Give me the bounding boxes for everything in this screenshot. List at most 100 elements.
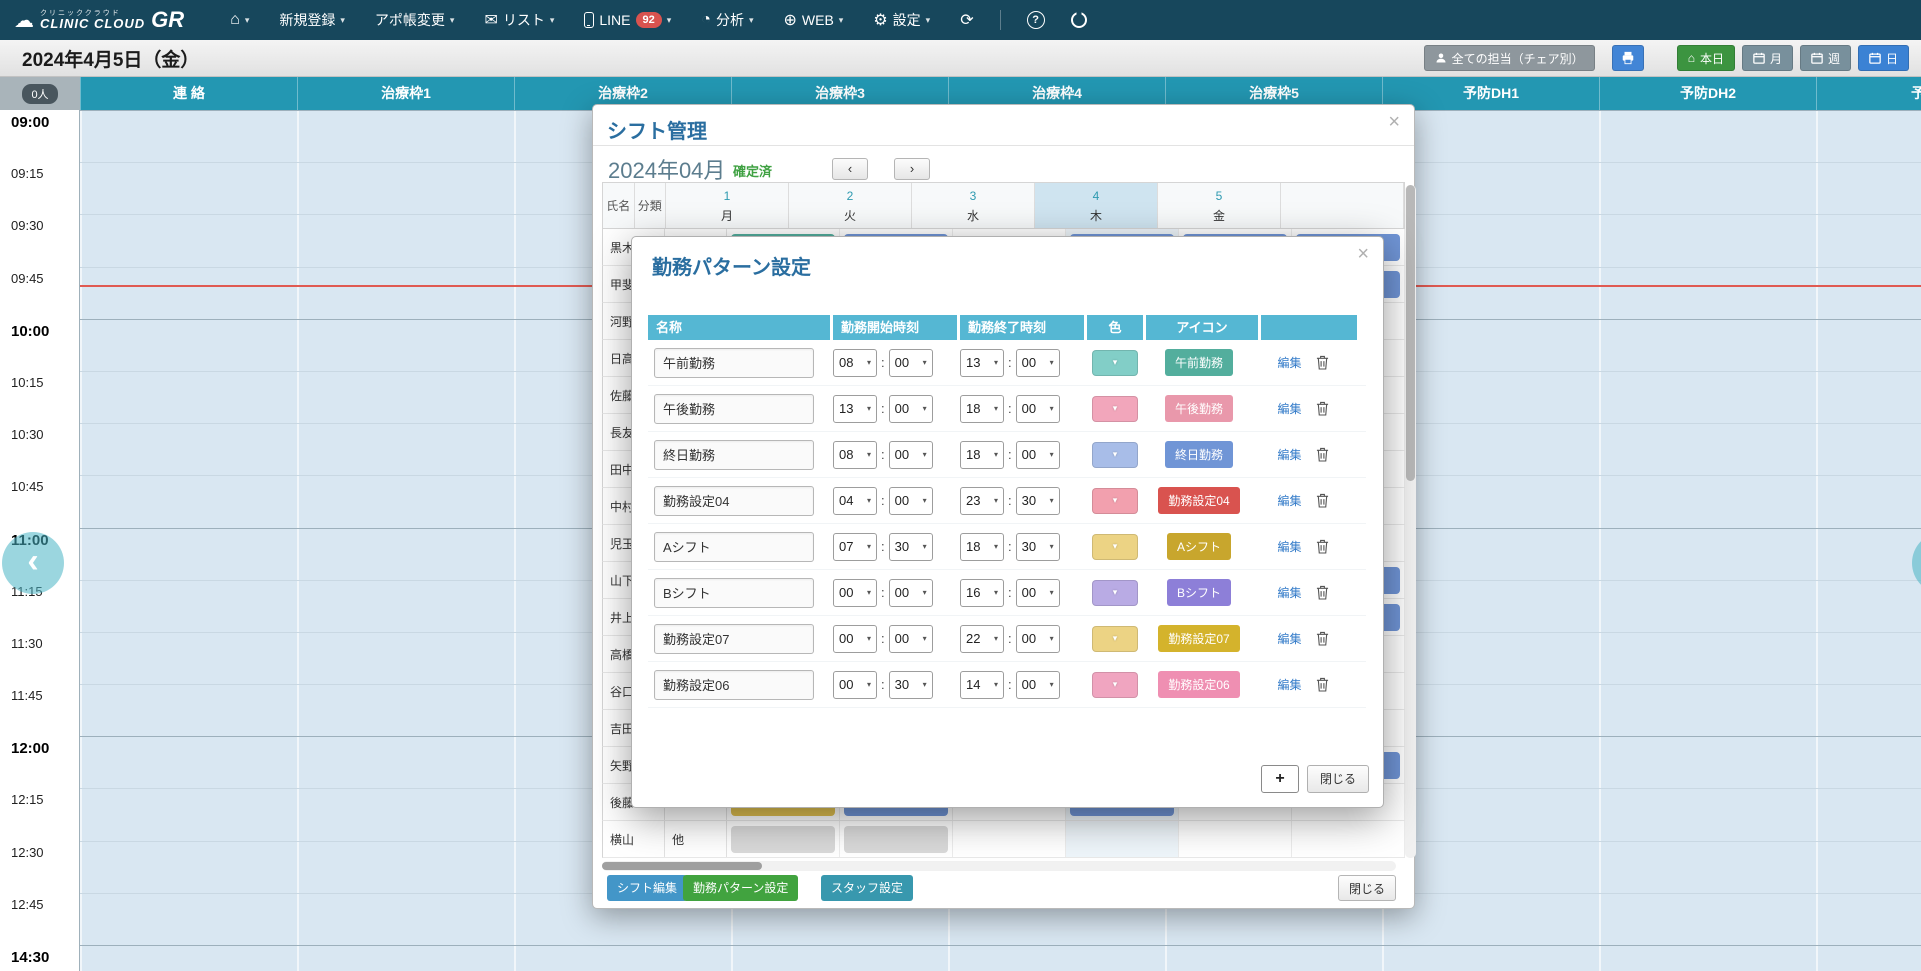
edit-link[interactable]: 編集 — [1277, 446, 1301, 463]
nav-analysis[interactable]: ◔ 分析 ▾ — [701, 10, 753, 30]
nav-list[interactable]: ✉ リスト ▾ — [484, 10, 554, 30]
end-hour-select[interactable]: 16▾ — [960, 579, 1004, 607]
end-minute-select[interactable]: 00▾ — [1016, 441, 1060, 469]
start-minute-select[interactable]: 00▾ — [889, 441, 933, 469]
start-hour-select[interactable]: 13▾ — [833, 395, 877, 423]
start-minute-select[interactable]: 30▾ — [889, 533, 933, 561]
add-pattern-button[interactable]: + — [1261, 765, 1299, 793]
color-picker-button[interactable]: ▾ — [1092, 626, 1138, 652]
day-header-cell[interactable]: 1 月 — [666, 183, 789, 228]
pattern-name-input[interactable] — [654, 394, 814, 424]
end-minute-select[interactable]: 00▾ — [1016, 395, 1060, 423]
close-icon[interactable]: × — [1388, 111, 1400, 134]
horizontal-scrollbar[interactable] — [602, 861, 1396, 871]
month-view-button[interactable]: 月 — [1742, 45, 1793, 71]
end-hour-select[interactable]: 18▾ — [960, 395, 1004, 423]
schedule-column-header[interactable]: 予防DH2 — [1599, 77, 1816, 110]
trash-icon[interactable] — [1316, 401, 1329, 416]
start-hour-select[interactable]: 08▾ — [833, 349, 877, 377]
day-header-cell[interactable]: 5 金 — [1158, 183, 1281, 228]
scrollbar-thumb[interactable] — [1406, 185, 1415, 481]
end-minute-select[interactable]: 00▾ — [1016, 579, 1060, 607]
day-header-cell[interactable]: 3 水 — [912, 183, 1035, 228]
color-picker-button[interactable]: ▾ — [1092, 350, 1138, 376]
edit-link[interactable]: 編集 — [1277, 538, 1301, 555]
close-button[interactable]: 閉じる — [1307, 765, 1369, 793]
shift-cell[interactable] — [1292, 821, 1405, 857]
nav-home[interactable]: ⌂ ▾ — [230, 11, 249, 29]
work-pattern-settings-button[interactable]: 勤務パターン設定 — [683, 875, 798, 901]
close-icon[interactable]: × — [1357, 243, 1369, 266]
end-minute-select[interactable]: 30▾ — [1016, 533, 1060, 561]
start-hour-select[interactable]: 00▾ — [833, 671, 877, 699]
end-minute-select[interactable]: 00▾ — [1016, 625, 1060, 653]
scrollbar-thumb[interactable] — [602, 862, 762, 870]
day-header-cell[interactable]: 4 木 — [1035, 183, 1158, 228]
nav-web[interactable]: ⊕ WEB ▾ — [783, 10, 843, 30]
color-picker-button[interactable]: ▾ — [1092, 396, 1138, 422]
trash-icon[interactable] — [1316, 447, 1329, 462]
pattern-name-input[interactable] — [654, 486, 814, 516]
app-logo[interactable]: ☁ クリニッククラウド CLINIC CLOUD GR — [14, 7, 184, 33]
start-minute-select[interactable]: 00▾ — [889, 395, 933, 423]
start-minute-select[interactable]: 00▾ — [889, 579, 933, 607]
shift-cell[interactable] — [953, 821, 1066, 857]
start-minute-select[interactable]: 00▾ — [889, 349, 933, 377]
refresh-button[interactable]: ⟳ — [960, 10, 973, 30]
start-minute-select[interactable]: 00▾ — [889, 625, 933, 653]
shift-cell[interactable] — [840, 821, 953, 857]
logout-button[interactable] — [1071, 12, 1087, 28]
end-hour-select[interactable]: 18▾ — [960, 533, 1004, 561]
nav-settings[interactable]: ⚙ 設定 ▾ — [873, 10, 930, 30]
end-minute-select[interactable]: 30▾ — [1016, 487, 1060, 515]
start-minute-select[interactable]: 00▾ — [889, 487, 933, 515]
schedule-column-header[interactable]: 治療枠1 — [297, 77, 514, 110]
help-button[interactable]: ? — [1027, 11, 1045, 29]
nav-apo-change[interactable]: アポ帳変更 ▾ — [375, 10, 455, 30]
schedule-column-header[interactable]: 予防DH1 — [1382, 77, 1599, 110]
schedule-column-header[interactable]: 予防 — [1816, 77, 1921, 110]
start-hour-select[interactable]: 04▾ — [833, 487, 877, 515]
trash-icon[interactable] — [1316, 585, 1329, 600]
edit-link[interactable]: 編集 — [1277, 354, 1301, 371]
start-hour-select[interactable]: 00▾ — [833, 579, 877, 607]
staff-settings-button[interactable]: スタッフ設定 — [821, 875, 913, 901]
nav-line[interactable]: LINE 92 ▾ — [584, 12, 671, 28]
day-header-cell[interactable] — [1281, 183, 1404, 228]
edit-link[interactable]: 編集 — [1277, 492, 1301, 509]
schedule-column-header[interactable]: 連 絡 — [80, 77, 297, 110]
end-hour-select[interactable]: 22▾ — [960, 625, 1004, 653]
start-hour-select[interactable]: 08▾ — [833, 441, 877, 469]
edit-link[interactable]: 編集 — [1277, 400, 1301, 417]
next-month-button[interactable]: › — [894, 158, 930, 180]
week-view-button[interactable]: 週 — [1800, 45, 1851, 71]
pattern-name-input[interactable] — [654, 348, 814, 378]
pattern-name-input[interactable] — [654, 532, 814, 562]
end-hour-select[interactable]: 13▾ — [960, 349, 1004, 377]
pattern-name-input[interactable] — [654, 578, 814, 608]
start-hour-select[interactable]: 00▾ — [833, 625, 877, 653]
trash-icon[interactable] — [1316, 355, 1329, 370]
end-minute-select[interactable]: 00▾ — [1016, 671, 1060, 699]
scroll-left-button[interactable]: ‹ — [2, 532, 64, 594]
shift-edit-button[interactable]: シフト編集 — [607, 875, 687, 901]
vertical-scrollbar[interactable] — [1405, 185, 1416, 858]
color-picker-button[interactable]: ▾ — [1092, 442, 1138, 468]
nav-new-registration[interactable]: 新規登録 ▾ — [279, 10, 345, 30]
print-button[interactable] — [1612, 45, 1644, 71]
close-button[interactable]: 閉じる — [1338, 875, 1396, 901]
trash-icon[interactable] — [1316, 677, 1329, 692]
shift-cell[interactable] — [1066, 821, 1179, 857]
trash-icon[interactable] — [1316, 539, 1329, 554]
edit-link[interactable]: 編集 — [1277, 584, 1301, 601]
color-picker-button[interactable]: ▾ — [1092, 534, 1138, 560]
color-picker-button[interactable]: ▾ — [1092, 672, 1138, 698]
all-staff-button[interactable]: 全ての担当（チェア別） — [1424, 45, 1595, 71]
trash-icon[interactable] — [1316, 493, 1329, 508]
edit-link[interactable]: 編集 — [1277, 676, 1301, 693]
end-hour-select[interactable]: 14▾ — [960, 671, 1004, 699]
pattern-name-input[interactable] — [654, 670, 814, 700]
trash-icon[interactable] — [1316, 631, 1329, 646]
color-picker-button[interactable]: ▾ — [1092, 488, 1138, 514]
today-button[interactable]: ⌂ 本日 — [1677, 45, 1735, 71]
